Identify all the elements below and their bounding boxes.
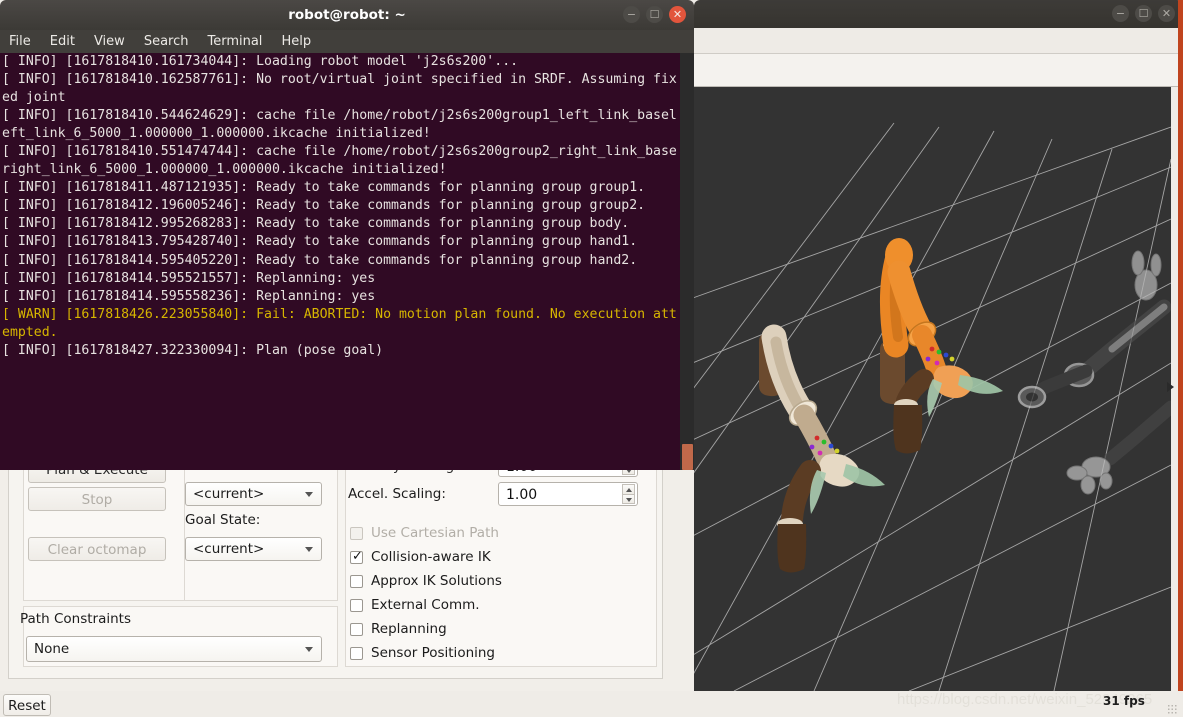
terminal-log-line: [ INFO] [1617818410.551474744]: cache fi…: [2, 144, 677, 178]
checkbox-icon: [350, 574, 363, 588]
clear-octomap-button[interactable]: Clear octomap: [28, 537, 166, 561]
checkbox-approx-ik-solutions[interactable]: Approx IK Solutions: [350, 573, 502, 589]
terminal-log-line: [ INFO] [1617818414.595558236]: Replanni…: [2, 288, 376, 304]
checkbox-icon: [350, 598, 363, 612]
terminal-window: robot@robot: ~ − ☐ ✕ File Edit View Sear…: [0, 0, 694, 470]
stop-button[interactable]: Stop: [28, 487, 166, 511]
chevron-down-icon: [305, 492, 313, 497]
terminal-log-line: [ INFO] [1617818414.595521557]: Replanni…: [2, 270, 376, 286]
rviz-3d-viewport[interactable]: [694, 87, 1171, 691]
menu-search[interactable]: Search: [144, 34, 189, 49]
checkbox-icon: [350, 622, 363, 636]
checkbox-icon: [350, 646, 363, 660]
path-constraints-combo[interactable]: None: [26, 636, 322, 662]
terminal-log-line: [ INFO] [1617818410.161734044]: Loading …: [2, 54, 519, 69]
checkbox-label: Replanning: [371, 621, 447, 637]
panel-expander-right-arrow-icon[interactable]: [1167, 382, 1174, 392]
chevron-down-icon: [305, 647, 313, 652]
chevron-down-icon: [305, 547, 313, 552]
terminal-log-text: [ INFO] [1617818410.161734044]: Loading …: [2, 53, 678, 360]
terminal-log-line: [ INFO] [1617818427.322330094]: Plan (po…: [2, 342, 384, 358]
checkbox-label: Use Cartesian Path: [371, 525, 499, 541]
checkbox-icon: [350, 526, 363, 540]
goal-state-combo[interactable]: <current>: [185, 537, 322, 561]
reset-button[interactable]: Reset: [3, 694, 51, 716]
checkbox-sensor-positioning[interactable]: Sensor Positioning: [350, 645, 495, 661]
rviz-titlebar: − ☐ ✕: [694, 0, 1183, 28]
terminal-log-line: [ INFO] [1617818412.196005246]: Ready to…: [2, 198, 646, 214]
menu-help[interactable]: Help: [281, 34, 311, 49]
terminal-menubar: File Edit View Search Terminal Help: [0, 30, 694, 53]
menu-view[interactable]: View: [94, 34, 125, 49]
terminal-log-line: [ INFO] [1617818410.544624629]: cache fi…: [2, 108, 677, 142]
checkbox-label: Approx IK Solutions: [371, 573, 502, 589]
checkbox-external-comm[interactable]: External Comm.: [350, 597, 480, 613]
terminal-output[interactable]: [ INFO] [1617818410.161734044]: Loading …: [0, 53, 694, 470]
terminal-window-buttons: − ☐ ✕: [623, 6, 686, 23]
checkbox-label: External Comm.: [371, 597, 480, 613]
checkbox-label: Sensor Positioning: [371, 645, 496, 661]
start-state-value: <current>: [193, 486, 265, 502]
accel-scaling-spinbox[interactable]: 1.00: [498, 482, 638, 506]
goal-state-value: <current>: [193, 541, 265, 557]
terminal-titlebar[interactable]: robot@robot: ~ − ☐ ✕: [0, 0, 694, 30]
minimize-icon[interactable]: −: [623, 6, 640, 23]
rviz-toolbar[interactable]: [694, 54, 1183, 87]
close-icon[interactable]: ✕: [1158, 5, 1175, 22]
terminal-log-line: [ INFO] [1617818412.995268283]: Ready to…: [2, 216, 630, 232]
rviz-scene: [694, 87, 1171, 691]
fps-counter: 31 fps: [1103, 694, 1145, 708]
checkbox-icon: [350, 549, 363, 564]
path-constraints-label: Path Constraints: [20, 611, 131, 627]
checkbox-use-cartesian-path[interactable]: Use Cartesian Path: [350, 525, 499, 541]
terminal-log-line: [ INFO] [1617818410.162587761]: No root/…: [2, 72, 677, 106]
start-state-combo[interactable]: <current>: [185, 482, 322, 506]
window-accent-border: [1178, 0, 1183, 691]
screen: − ☐ ✕ https://blog.csdn.net/weixin_52949…: [0, 0, 1183, 717]
spinner-down-icon[interactable]: [622, 494, 635, 504]
path-constraints-value: None: [34, 641, 70, 657]
checkbox-label: Collision-aware IK: [371, 549, 491, 565]
terminal-log-line: [ WARN] [1617818426.223055840]: Fail: AB…: [2, 306, 677, 340]
rviz-menubar[interactable]: [694, 28, 1183, 54]
accel-scaling-value: 1.00: [506, 487, 538, 503]
maximize-icon[interactable]: ☐: [1135, 5, 1152, 22]
rviz-window-buttons: − ☐ ✕: [1112, 5, 1175, 22]
goal-state-label: Goal State:: [185, 512, 261, 528]
terminal-log-line: [ INFO] [1617818413.795428740]: Ready to…: [2, 234, 638, 250]
terminal-scrollbar[interactable]: [680, 53, 694, 470]
checkbox-collision-aware-ik[interactable]: Collision-aware IK: [350, 549, 491, 565]
menu-edit[interactable]: Edit: [50, 34, 75, 49]
resize-grip[interactable]: [1167, 704, 1177, 714]
menu-file[interactable]: File: [9, 34, 31, 49]
spinner-up-icon[interactable]: [622, 484, 635, 494]
maximize-icon[interactable]: ☐: [646, 6, 663, 23]
accel-scaling-label: Accel. Scaling:: [348, 486, 446, 502]
checkbox-replanning[interactable]: Replanning: [350, 621, 447, 637]
terminal-log-line: [ INFO] [1617818411.487121935]: Ready to…: [2, 180, 646, 196]
close-icon[interactable]: ✕: [669, 6, 686, 23]
terminal-title: robot@robot: ~: [288, 7, 406, 23]
minimize-icon[interactable]: −: [1112, 5, 1129, 22]
menu-terminal[interactable]: Terminal: [207, 34, 262, 49]
terminal-log-line: [ INFO] [1617818414.595405220]: Ready to…: [2, 252, 638, 268]
terminal-scrollbar-thumb[interactable]: [682, 444, 693, 470]
